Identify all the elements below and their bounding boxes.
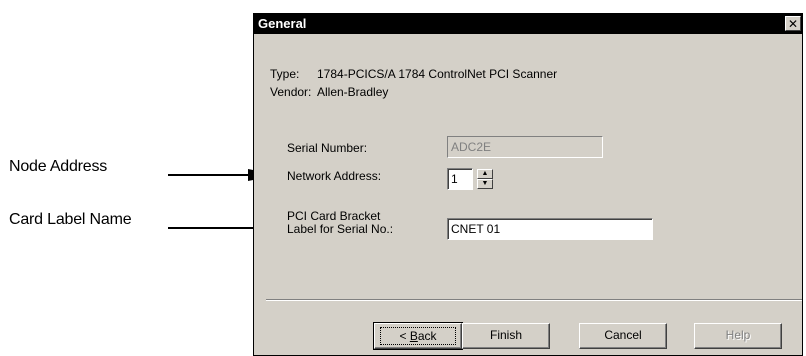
card-label-name-callout: Card Label Name [9, 211, 132, 228]
button-separator [266, 299, 802, 301]
general-dialog: General ✕ Type: 1784-PCICS/A 1784 Contro… [253, 13, 803, 356]
spin-down-icon[interactable]: ▼ [477, 179, 493, 189]
type-label: Type: [270, 67, 300, 81]
serial-number-label: Serial Number: [287, 141, 368, 155]
spin-up-icon[interactable]: ▲ [477, 169, 493, 179]
bracket-label-line2: Label for Serial No.: [287, 222, 394, 236]
finish-button[interactable]: Finish [462, 323, 550, 349]
node-address-callout: Node Address [9, 158, 108, 175]
dialog-titlebar: General ✕ [254, 14, 802, 34]
bracket-label-line1: PCI Card Bracket [287, 209, 381, 223]
vendor-value: Allen-Bradley [317, 85, 389, 99]
bracket-label-field[interactable]: CNET 01 [447, 218, 653, 240]
serial-number-field: ADC2E [447, 136, 603, 158]
type-value: 1784-PCICS/A 1784 ControlNet PCI Scanner [317, 67, 558, 81]
vendor-label: Vendor: [270, 85, 312, 99]
dialog-title: General [258, 16, 307, 31]
close-icon[interactable]: ✕ [785, 16, 801, 31]
network-address-label: Network Address: [287, 169, 382, 183]
back-button[interactable]: < Back [373, 322, 463, 350]
network-address-spinner[interactable]: ▲ ▼ [477, 169, 493, 189]
help-button: Help [694, 323, 782, 349]
cancel-button[interactable]: Cancel [579, 323, 667, 349]
back-button-label: < Back [380, 327, 456, 345]
network-address-field[interactable]: 1 [447, 168, 473, 190]
node-address-arrow-line [168, 174, 248, 176]
